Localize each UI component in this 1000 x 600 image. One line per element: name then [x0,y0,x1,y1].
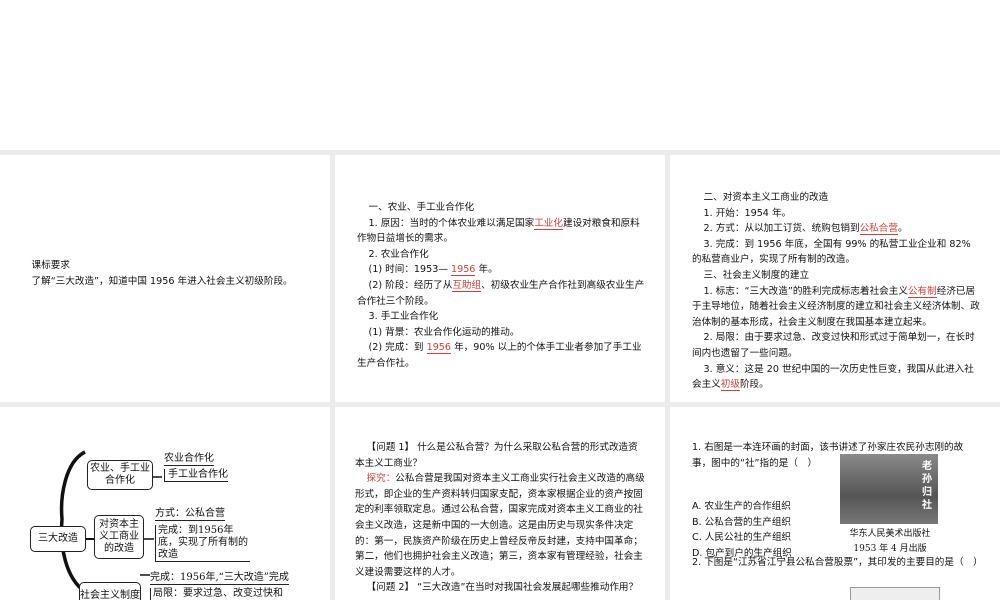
comic-cover-image: 老孙归社 [840,454,938,524]
text-line: 3. 完成：到 1956 年底，全国有 99% 的私营工业企业和 82% 的私营… [692,238,971,266]
text-line: 一、农业、手工业合作化 [368,202,475,213]
comic-cover-title: 老孙归社 [922,461,932,511]
slide-thumbnail-4-mindmap[interactable]: 三大改造 农业、手工业合作化 对资本主义工商业的改造 社会主义制度的建立 农业合… [0,407,330,600]
top-blank-area [0,0,1000,150]
slide-thumbnail-5[interactable]: 【问题 1】 什么是公私合营？为什么采取公私合营的形式改造资本主义工商业？ 探究… [335,407,665,600]
mindmap-leaf: 局限：要求过急、改变过快和 [150,588,283,600]
text-line: (1) 背景：农业合作化运动的推动。 [368,326,520,338]
course-requirement-heading: 课标要求 [31,260,70,271]
mindmap-root: 三大改造 [30,526,86,552]
stock-certificate-image [850,587,940,600]
slide-thumbnail-1[interactable]: 课标要求 了解“三大改造”，知道中国 1956 年进入社会主义初级阶段。 [0,155,330,402]
slide-text: 一、农业、手工业合作化 1. 原因：当时的个体农业难以满足国家工业化建设对粮食和原… [357,200,645,372]
question-2: 【问题 2】 “三大改造”在当时对我国社会发展起哪些推动作用？ [366,582,639,594]
text-line: 2. 方式：从以加工订货、统购包销到公私合营。 [703,223,908,236]
text-line: 1. 开始：1954 年。 [703,207,792,219]
answer-blank: 1956 [451,264,476,277]
answer-blank: 公有制 [907,285,937,298]
answer-blank: 工业化 [534,217,563,230]
mindmap-leaf: 手工业合作化 [164,469,228,482]
text-line: (1) 时间：1953— 1956 年。 [368,264,498,277]
explore-label: 探究： [366,473,396,485]
question-2: 2. 下图是“江苏省江宁县公私合营股票”，其印发的主要目的是（ ） [692,557,983,568]
text-line: 3. 意义：这是 20 世纪中国的一次历史性巨变，我国从此进入社会主义初级阶段。 [692,363,974,392]
option-a: A. 农业生产的合作组织 [692,501,791,512]
slide-thumbnail-6[interactable]: 1. 右图是一本连环画的封面，该书讲述了孙家庄农民孙志刚的故事，图中的“社”指的… [670,407,1000,600]
mindmap-leaf: 农业合作化 [164,453,214,466]
text-line: (2) 阶段：经历了从互助组、初级农业生产合作社到高级农业生产合作社三个阶段。 [357,279,645,307]
cover-caption-publisher: 华东人民美术出版社 [849,529,931,539]
option-c: C. 人民公社的生产组织 [692,532,792,544]
text-line: (2) 完成：到 1956 年，90% 以上的个体手工业者参加了手工业生产合作社… [357,342,642,369]
mindmap-branch-2: 对资本主义工商业的改造 [94,515,144,559]
answer-blank: 互助组 [452,279,482,292]
text-line: 1. 标志：“三大改造”的胜利完成标志着社会主义公有制经济已居于主导地位，随着社… [692,285,980,328]
mindmap-leaf: 方式：公私合营 [155,508,225,521]
question-1: 【问题 1】 什么是公私合营？为什么采取公私合营的形式改造资本主义工商业？ [355,442,638,469]
mindmap-branch-3: 社会主义制度的建立 [79,582,141,600]
text-line: 3. 手工业合作化 [368,311,439,323]
text-line: 1. 原因：当时的个体农业难以满足国家工业化建设对粮食和原料作物日益增长的需求。 [357,217,640,245]
mindmap-leaf: 完成：到1956年底，实现了所有制的改造 [155,525,250,562]
text-line: 三、社会主义制度的建立 [703,269,810,281]
answer-blank: 1956 [426,342,452,355]
answer-blank: 初级 [720,379,740,392]
text-line: 2. 局限：由于要求过急、改变过快和形式过于简单划一，在长时间内也遗留了一些问题… [692,332,975,359]
text-line: 二、对资本主义工商业的改造 [703,192,829,203]
option-b: B. 公私合营的生产组织 [692,516,792,528]
slide-thumbnail-2[interactable]: 一、农业、手工业合作化 1. 原因：当时的个体农业难以满足国家工业化建设对粮食和原… [335,155,665,402]
mindmap-leaf: 完成：1956年,“三大改造”完成 [150,572,289,585]
explore-text: 公私合营是我国对资本主义工商业实行社会主义改造的高级形式，即企业的生产资料转归国… [355,473,645,578]
slide-text: 二、对资本主义工商业的改造 1. 开始：1954 年。 2. 方式：从以加工订货、统… [692,190,982,393]
mindmap-branch-1: 农业、手工业合作化 [87,460,153,490]
text-line: 2. 农业合作化 [368,248,429,260]
slide-thumbnail-3[interactable]: 二、对资本主义工商业的改造 1. 开始：1954 年。 2. 方式：从以加工订货、统… [670,155,1000,402]
answer-blank: 公私合营 [859,223,898,236]
course-requirement-text: 了解“三大改造”，知道中国 1956 年进入社会主义初级阶段。 [31,275,293,287]
question-1: 1. 右图是一本连环画的封面，该书讲述了孙家庄农民孙志刚的故事，图中的“社”指的… [692,442,964,469]
